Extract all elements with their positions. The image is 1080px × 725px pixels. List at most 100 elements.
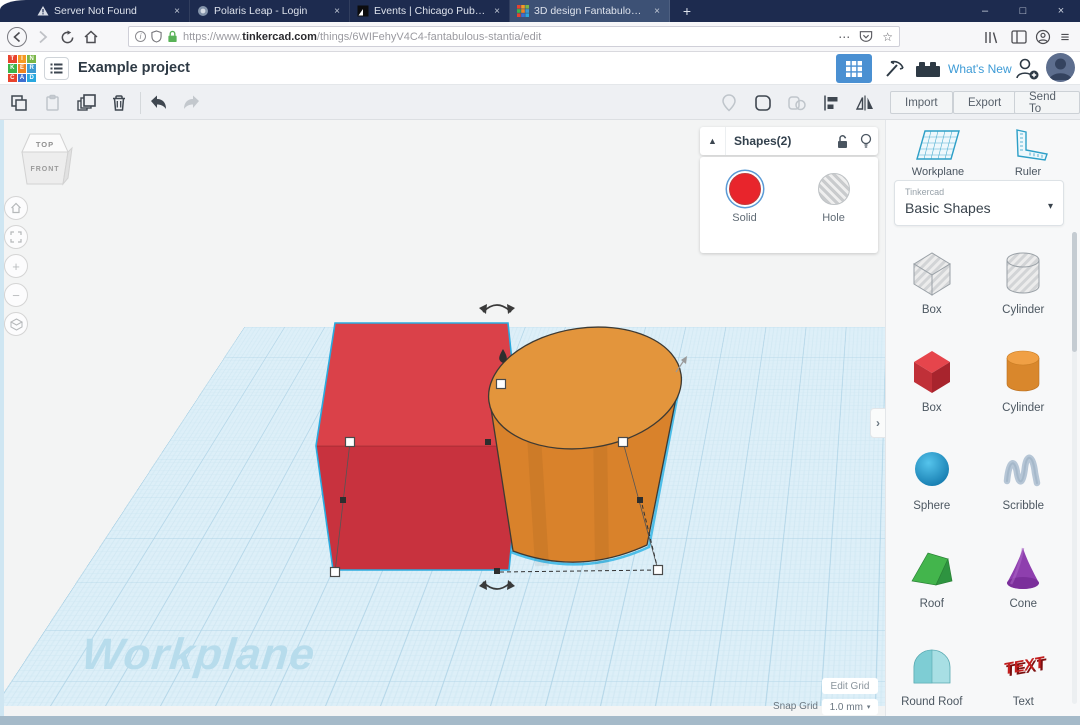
- snap-grid-label: Snap Grid: [756, 701, 818, 712]
- url-text[interactable]: https://www.tinkercad.com/things/6WIFehy…: [183, 31, 833, 43]
- shape-tile-box[interactable]: Box: [886, 330, 978, 428]
- shape-tile-cylinder[interactable]: Cylinder: [978, 330, 1070, 428]
- browser-window: Server Not Found × Polaris Leap - Login …: [0, 0, 1080, 725]
- tab-close-icon[interactable]: ×: [652, 6, 662, 17]
- tab-tinkercad-active[interactable]: 3D design Fantabulous Stantia ×: [510, 0, 670, 22]
- view-cube[interactable]: TOP FRONT: [16, 126, 74, 196]
- window-controls: – □ ×: [966, 0, 1080, 22]
- menu-icon[interactable]: ≡: [1052, 22, 1078, 52]
- minimize-button[interactable]: –: [966, 0, 1004, 22]
- list-icon: [50, 63, 63, 74]
- lock-button[interactable]: [830, 134, 854, 149]
- reload-button[interactable]: [54, 22, 80, 52]
- shield-icon[interactable]: [151, 30, 162, 43]
- whats-new-link[interactable]: What's New: [948, 62, 1012, 76]
- bookmark-star-icon[interactable]: ☆: [882, 30, 893, 44]
- duplicate-button[interactable]: [75, 91, 99, 115]
- export-button[interactable]: Export: [953, 91, 1016, 114]
- paste-button[interactable]: [40, 91, 64, 115]
- maximize-button[interactable]: □: [1004, 0, 1042, 22]
- tab-close-icon[interactable]: ×: [172, 6, 182, 17]
- delete-button[interactable]: [107, 91, 131, 115]
- panel-collapse-handle[interactable]: ›: [870, 408, 885, 438]
- brick-export-button[interactable]: [912, 54, 944, 83]
- library-site-icon: [357, 5, 369, 17]
- undo-button[interactable]: [146, 91, 170, 115]
- tab-close-icon[interactable]: ×: [332, 6, 342, 17]
- tab-close-icon[interactable]: ×: [492, 6, 502, 17]
- shape-tile-scribble[interactable]: Scribble: [978, 428, 1070, 526]
- zoom-in-button[interactable]: +: [4, 254, 28, 278]
- solid-color-circle: [729, 173, 761, 205]
- page-info-icon[interactable]: i: [135, 31, 146, 42]
- pocket-icon[interactable]: [859, 30, 873, 43]
- shape-label: Box: [922, 402, 942, 414]
- unlocked-padlock-icon: [835, 134, 849, 149]
- home-button[interactable]: [78, 22, 104, 52]
- view-home-button[interactable]: [4, 196, 28, 220]
- shape-tile-hole-box[interactable]: Box: [886, 232, 978, 330]
- shape-label: Round Roof: [901, 696, 962, 708]
- url-bar[interactable]: i https://www.tinkercad.com/things/6WIFe…: [128, 26, 900, 47]
- design-properties-button[interactable]: [44, 57, 69, 80]
- mirror-button[interactable]: [853, 91, 877, 115]
- grid-view-button[interactable]: [836, 54, 872, 83]
- shape-tile-round-roof[interactable]: Round Roof: [886, 624, 978, 722]
- view-cube-top-label: TOP: [36, 140, 54, 149]
- sidebars-icon[interactable]: [1006, 22, 1032, 52]
- hide-button[interactable]: [854, 133, 878, 149]
- project-name[interactable]: Example project: [78, 60, 190, 76]
- navigation-bar: i https://www.tinkercad.com/things/6WIFe…: [0, 22, 1080, 52]
- send-to-button[interactable]: Send To: [1014, 91, 1080, 114]
- close-button[interactable]: ×: [1042, 0, 1080, 22]
- ruler-tool[interactable]: Ruler: [984, 128, 1072, 178]
- new-tab-button[interactable]: +: [674, 0, 700, 22]
- shape-library-dropdown[interactable]: Tinkercad Basic Shapes ▾: [894, 180, 1064, 226]
- caret-down-icon: ▾: [1048, 201, 1053, 212]
- shape-label: Box: [922, 304, 942, 316]
- url-domain: tinkercad.com: [242, 31, 317, 43]
- shape-tile-hole-cylinder[interactable]: Cylinder: [978, 232, 1070, 330]
- app-header: TIN KER CAD Example project What's New: [0, 52, 1080, 85]
- collapse-panel-button[interactable]: ▲: [700, 127, 726, 155]
- snap-grid-select[interactable]: 1.0 mm ▾: [822, 699, 878, 715]
- page-actions-icon[interactable]: ⋯: [838, 30, 850, 44]
- sidebar-scrollbar-thumb[interactable]: [1072, 232, 1077, 352]
- copy-button[interactable]: [7, 91, 31, 115]
- ungroup-button[interactable]: [785, 91, 809, 115]
- pickaxe-icon: [883, 58, 905, 80]
- workplane-tool[interactable]: Workplane: [894, 128, 982, 178]
- hole-box-icon: [906, 247, 958, 299]
- shape-tile-roof[interactable]: Roof: [886, 526, 978, 624]
- show-all-button[interactable]: [717, 91, 741, 115]
- https-lock-icon[interactable]: [167, 30, 178, 43]
- redo-button[interactable]: [180, 91, 204, 115]
- hole-swatch[interactable]: Hole: [818, 173, 850, 224]
- invite-button[interactable]: [1012, 54, 1042, 83]
- tab-chicago-library[interactable]: Events | Chicago Public Library ×: [350, 0, 510, 22]
- avatar[interactable]: [1046, 53, 1075, 82]
- align-button[interactable]: [819, 91, 843, 115]
- library-icon[interactable]: [978, 22, 1004, 52]
- action-toolbar: Import Export Send To: [0, 85, 1080, 120]
- tinkercad-logo[interactable]: TIN KER CAD: [8, 55, 36, 82]
- round-roof-icon: [906, 639, 958, 691]
- group-button[interactable]: [751, 91, 775, 115]
- solid-swatch[interactable]: Solid: [729, 173, 761, 224]
- back-button[interactable]: [4, 22, 30, 52]
- tab-server-not-found[interactable]: Server Not Found ×: [30, 0, 190, 22]
- forward-button[interactable]: [30, 22, 56, 52]
- edit-grid-button[interactable]: Edit Grid: [822, 678, 878, 694]
- shape-tile-text[interactable]: TEXT TEXT Text: [978, 624, 1070, 722]
- zoom-out-button[interactable]: −: [4, 283, 28, 307]
- window-bottom-border: [0, 716, 1080, 725]
- caret-down-icon: ▾: [867, 703, 871, 711]
- shape-tile-cone[interactable]: Cone: [978, 526, 1070, 624]
- tab-polaris-leap[interactable]: Polaris Leap - Login ×: [190, 0, 350, 22]
- minecraft-export-button[interactable]: [880, 54, 908, 83]
- import-button[interactable]: Import: [890, 91, 953, 114]
- shape-tile-sphere[interactable]: Sphere: [886, 428, 978, 526]
- perspective-toggle-button[interactable]: [4, 312, 28, 336]
- window-left-border: [0, 120, 4, 716]
- fit-view-button[interactable]: [4, 225, 28, 249]
